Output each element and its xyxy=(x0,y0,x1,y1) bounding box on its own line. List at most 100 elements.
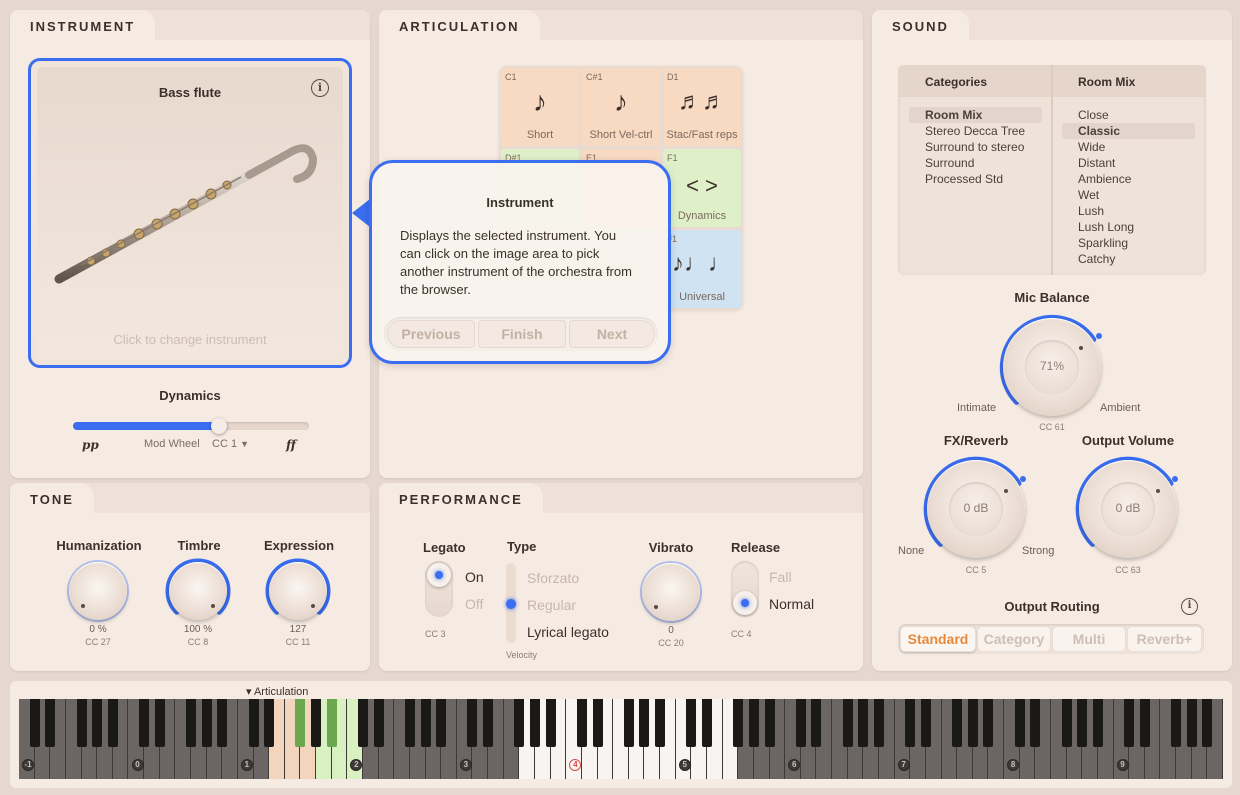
black-key[interactable] xyxy=(842,699,853,747)
black-key[interactable] xyxy=(748,699,759,747)
routing-info-icon[interactable]: i xyxy=(1181,598,1198,615)
routing-category[interactable]: Category xyxy=(977,626,1051,652)
black-key[interactable] xyxy=(201,699,212,747)
finish-button[interactable]: Finish xyxy=(478,320,566,348)
black-key[interactable] xyxy=(858,699,869,747)
articulation-cell[interactable]: D1 ♬♬ Stac/Fast reps xyxy=(663,68,741,146)
legato-off[interactable]: Off xyxy=(465,596,483,612)
black-key[interactable] xyxy=(967,699,978,747)
black-key[interactable] xyxy=(358,699,368,747)
black-key[interactable] xyxy=(154,699,165,747)
routing-standard[interactable]: Standard xyxy=(900,626,976,652)
roommix-item[interactable]: Distant xyxy=(1062,155,1195,171)
black-key[interactable] xyxy=(404,699,415,747)
black-key[interactable] xyxy=(139,699,150,747)
black-key[interactable] xyxy=(311,699,322,747)
black-key[interactable] xyxy=(795,699,806,747)
black-key[interactable] xyxy=(1061,699,1072,747)
roommix-item[interactable]: Ambience xyxy=(1062,171,1195,187)
info-icon[interactable]: i xyxy=(311,79,329,97)
black-key[interactable] xyxy=(1092,699,1103,747)
routing-multi[interactable]: Multi xyxy=(1052,626,1126,652)
black-key[interactable] xyxy=(655,699,666,747)
category-item[interactable]: Processed Std xyxy=(909,171,1042,187)
tone-knob[interactable] xyxy=(67,560,129,622)
category-item[interactable]: Surround to stereo xyxy=(909,139,1042,155)
black-key[interactable] xyxy=(373,699,384,747)
black-key[interactable] xyxy=(1014,699,1025,747)
black-key[interactable] xyxy=(1139,699,1150,747)
black-key[interactable] xyxy=(983,699,994,747)
black-key[interactable] xyxy=(702,699,712,747)
black-key[interactable] xyxy=(764,699,775,747)
black-key[interactable] xyxy=(107,699,118,747)
black-key[interactable] xyxy=(623,699,634,747)
black-key[interactable] xyxy=(76,699,87,747)
black-key[interactable] xyxy=(483,699,494,747)
dynamics-cc-dropdown[interactable]: CC 1 ▼ xyxy=(212,438,249,450)
black-key[interactable] xyxy=(639,699,650,747)
black-key[interactable] xyxy=(733,699,744,747)
articulation-cell[interactable]: C1 ♪ Short xyxy=(501,68,579,146)
black-key[interactable] xyxy=(576,699,587,747)
type-option-sforzato[interactable]: Sforzato xyxy=(527,570,579,586)
black-key[interactable] xyxy=(905,699,916,747)
next-button[interactable]: Next xyxy=(569,320,655,348)
roommix-item[interactable]: Wide xyxy=(1062,139,1195,155)
black-key[interactable] xyxy=(1171,699,1182,747)
black-key[interactable] xyxy=(295,699,306,747)
category-item[interactable]: Room Mix xyxy=(909,107,1042,123)
dynamics-slider-thumb[interactable] xyxy=(211,418,228,434)
roommix-item[interactable]: Lush Long xyxy=(1062,219,1195,235)
black-key[interactable] xyxy=(1077,699,1088,747)
previous-button[interactable]: Previous xyxy=(387,320,475,348)
black-key[interactable] xyxy=(545,699,556,747)
black-key[interactable] xyxy=(1186,699,1197,747)
black-key[interactable] xyxy=(1030,699,1041,747)
black-key[interactable] xyxy=(592,699,603,747)
release-switch[interactable] xyxy=(731,561,759,617)
roommix-item[interactable]: Lush xyxy=(1062,203,1195,219)
legato-switch[interactable] xyxy=(425,561,453,617)
articulation-cell[interactable]: C#1 ♪ Short Vel-ctrl xyxy=(582,68,660,146)
fx-reverb-knob[interactable]: 0 dB xyxy=(923,456,1026,558)
black-key[interactable] xyxy=(1202,699,1213,747)
mic-balance-knob[interactable]: 71% xyxy=(999,314,1102,416)
type-option-regular[interactable]: Regular xyxy=(527,597,576,613)
black-key[interactable] xyxy=(436,699,447,747)
black-key[interactable] xyxy=(811,699,822,747)
category-item[interactable]: Surround xyxy=(909,155,1042,171)
black-key[interactable] xyxy=(45,699,56,747)
black-key[interactable] xyxy=(186,699,196,747)
roommix-item[interactable]: Catchy xyxy=(1062,251,1195,267)
piano-keyboard[interactable]: -1 0 1 2 3 4 5 6 7 8 9 xyxy=(19,699,1223,779)
roommix-item[interactable]: Classic xyxy=(1062,123,1195,139)
articulation-cell[interactable]: F1 < > Dynamics xyxy=(663,149,741,227)
output-volume-knob[interactable]: 0 dB xyxy=(1075,456,1178,558)
type-option-lyrical-legato[interactable]: Lyrical legato xyxy=(527,624,609,640)
category-item[interactable]: Stereo Decca Tree xyxy=(909,123,1042,139)
black-key[interactable] xyxy=(467,699,478,747)
roommix-item[interactable]: Wet xyxy=(1062,187,1195,203)
instrument-image-area[interactable]: Bass flute i Click to change instrument xyxy=(28,58,352,368)
articulation-cell[interactable]: #1 ♪♩♩ Universal xyxy=(663,230,741,308)
black-key[interactable] xyxy=(514,699,525,747)
routing-reverb-plus[interactable]: Reverb+ xyxy=(1127,626,1202,652)
black-key[interactable] xyxy=(326,699,337,747)
black-key[interactable] xyxy=(1124,699,1135,747)
black-key[interactable] xyxy=(92,699,103,747)
black-key[interactable] xyxy=(874,699,884,747)
roommix-item[interactable]: Close xyxy=(1062,107,1195,123)
dynamics-slider[interactable] xyxy=(73,418,309,434)
black-key[interactable] xyxy=(248,699,259,747)
black-key[interactable] xyxy=(920,699,931,747)
release-normal[interactable]: Normal xyxy=(769,596,814,612)
release-fall[interactable]: Fall xyxy=(769,569,792,585)
vibrato-knob[interactable] xyxy=(640,561,702,623)
tone-knob[interactable] xyxy=(165,558,231,620)
black-key[interactable] xyxy=(952,699,963,747)
black-key[interactable] xyxy=(217,699,228,747)
tone-knob[interactable] xyxy=(265,558,331,620)
black-key[interactable] xyxy=(530,699,540,747)
roommix-item[interactable]: Sparkling xyxy=(1062,235,1195,251)
